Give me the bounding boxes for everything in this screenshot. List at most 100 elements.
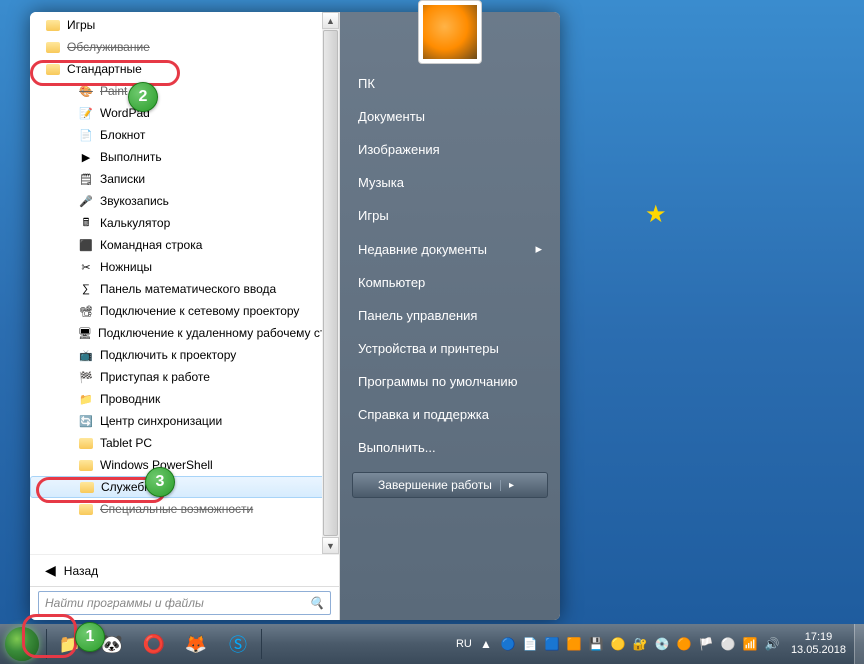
program-label: Панель математического ввода [100,282,276,296]
program-item[interactable]: 📺Подключить к проектору [30,344,339,366]
program-item[interactable]: 📁Проводник [30,388,339,410]
desktop-recycle-icon[interactable]: ★ [645,200,667,229]
back-button[interactable]: ◀ Назад [30,554,339,586]
right-item-label: ПК [358,76,375,91]
show-desktop-button[interactable] [854,624,864,664]
folder-icon [79,479,95,495]
search-input[interactable]: Найти программы и файлы 🔍 [38,591,331,615]
program-item[interactable]: 📽 Подключение к сетевому проектору [30,300,339,322]
tray-icon-10[interactable]: ⚪ [719,635,737,653]
tray-icon-1[interactable]: 🔵 [499,635,517,653]
tray-icon-8[interactable]: 💿 [653,635,671,653]
right-panel-item[interactable]: Панель управления [340,299,560,332]
right-panel-item[interactable]: Программы по умолчанию [340,365,560,398]
program-label: Центр синхронизации [100,414,222,428]
program-label: Подключить к проектору [100,348,236,362]
shutdown-options-arrow[interactable]: ▸ [500,480,522,491]
tray-icon-4[interactable]: 🟧 [565,635,583,653]
tray-icon-7[interactable]: 🔐 [631,635,649,653]
right-item-label: Выполнить... [358,440,436,455]
program-item[interactable]: 🖩Калькулятор [30,212,339,234]
netproj-icon: 📽 [78,303,94,319]
program-folder[interactable]: Tablet PC [30,432,339,454]
start-button[interactable] [0,624,44,664]
program-label: Блокнот [100,128,145,142]
program-item[interactable]: ▶Выполнить [30,146,339,168]
clock-time: 17:19 [791,631,846,644]
clock-date: 13.05.2018 [791,644,846,657]
program-folder[interactable]: Стандартные [30,58,339,80]
program-label: Подключение к удаленному рабочему столу [98,326,339,340]
right-panel-item[interactable]: Изображения [340,133,560,166]
right-panel-item[interactable]: Документы [340,100,560,133]
tray-volume-icon[interactable]: 🔊 [763,635,781,653]
program-folder[interactable]: Обслуживание [30,36,339,58]
right-panel-item[interactable]: Компьютер [340,266,560,299]
tray-flag-icon[interactable]: 🏳️ [697,635,715,653]
program-folder[interactable]: Игры [30,14,339,36]
scroll-down-button[interactable]: ▼ [322,537,339,554]
back-arrow-icon: ◀ [45,562,56,579]
program-item[interactable]: ✂Ножницы [30,256,339,278]
right-panel-item[interactable]: Устройства и принтеры [340,332,560,365]
folder-icon [45,61,61,77]
right-item-label: Устройства и принтеры [358,341,499,356]
program-item[interactable]: 🗒Записки [30,168,339,190]
notes-icon: 🗒 [78,171,94,187]
right-panel-item[interactable]: Музыка [340,166,560,199]
rdp-icon: 🖥 [78,325,92,341]
program-folder[interactable]: Специальные возможности [30,498,339,520]
start-icon: 🏁 [78,369,94,385]
taskbar-app-opera[interactable]: ⭕ [133,627,175,661]
user-picture-frame[interactable] [418,0,482,64]
annotation-badge: 1 [75,622,105,652]
program-label: Обслуживание [67,40,150,54]
program-folder[interactable]: Служебные [30,476,339,498]
program-item[interactable]: 📝WordPad [30,102,339,124]
start-menu: Игры Обслуживание Стандартные🎨Paint📝WordPa… [30,12,560,620]
tray-icon-5[interactable]: 💾 [587,635,605,653]
right-item-label: Справка и поддержка [358,407,489,422]
taskbar-app-skype[interactable]: Ⓢ [217,627,259,661]
scroll-thumb[interactable] [323,30,338,536]
program-folder[interactable]: Windows PowerShell [30,454,339,476]
sync-icon: 🔄 [78,413,94,429]
calc-icon: 🖩 [78,215,94,231]
program-item[interactable]: 🎨Paint [30,80,339,102]
scroll-up-button[interactable]: ▲ [322,12,339,29]
annotation-badge: 3 [145,467,175,497]
taskbar: 📁 🐼 ⭕ 🦊 Ⓢ RU ▲ 🔵 📄 🟦 🟧 💾 🟡 🔐 💿 🟠 🏳️ ⚪ 📶 … [0,624,864,664]
right-panel-item[interactable]: Игры [340,199,560,232]
program-item[interactable]: ⬛Командная строка [30,234,339,256]
folder-icon [78,457,94,473]
tray-network-icon[interactable]: 📶 [741,635,759,653]
shutdown-button[interactable]: Завершение работы▸ [352,472,548,498]
program-label: Выполнить [100,150,162,164]
program-item[interactable]: 📄Блокнот [30,124,339,146]
program-item[interactable]: ∑Панель математического ввода [30,278,339,300]
tray-icon-9[interactable]: 🟠 [675,635,693,653]
taskbar-app-firefox[interactable]: 🦊 [175,627,217,661]
program-item[interactable]: 🏁Приступая к работе [30,366,339,388]
explorer-icon: 📁 [78,391,94,407]
taskbar-clock[interactable]: 17:19 13.05.2018 [783,631,854,657]
right-panel-item[interactable]: Недавние документы▸ [340,232,560,266]
program-item[interactable]: 🎤Звукозапись [30,190,339,212]
program-label: Подключение к сетевому проектору [100,304,299,318]
right-panel-item[interactable]: ПК [340,67,560,100]
tray-up-icon[interactable]: ▲ [477,635,495,653]
program-item[interactable]: 🖥 Подключение к удаленному рабочему столу [30,322,339,344]
program-item[interactable]: 🔄 Центр синхронизации [30,410,339,432]
annotation-badge: 2 [128,82,158,112]
tray-icon-6[interactable]: 🟡 [609,635,627,653]
lang-indicator[interactable]: RU [455,635,473,653]
programs-list: Игры Обслуживание Стандартные🎨Paint📝WordPa… [30,12,339,554]
right-item-label: Музыка [358,175,404,190]
right-item-label: Изображения [358,142,440,157]
folder-icon [45,17,61,33]
right-panel-item[interactable]: Выполнить... [340,431,560,464]
scrollbar[interactable]: ▲ ▼ [322,12,339,554]
tray-icon-2[interactable]: 📄 [521,635,539,653]
tray-icon-3[interactable]: 🟦 [543,635,561,653]
right-panel-item[interactable]: Справка и поддержка [340,398,560,431]
